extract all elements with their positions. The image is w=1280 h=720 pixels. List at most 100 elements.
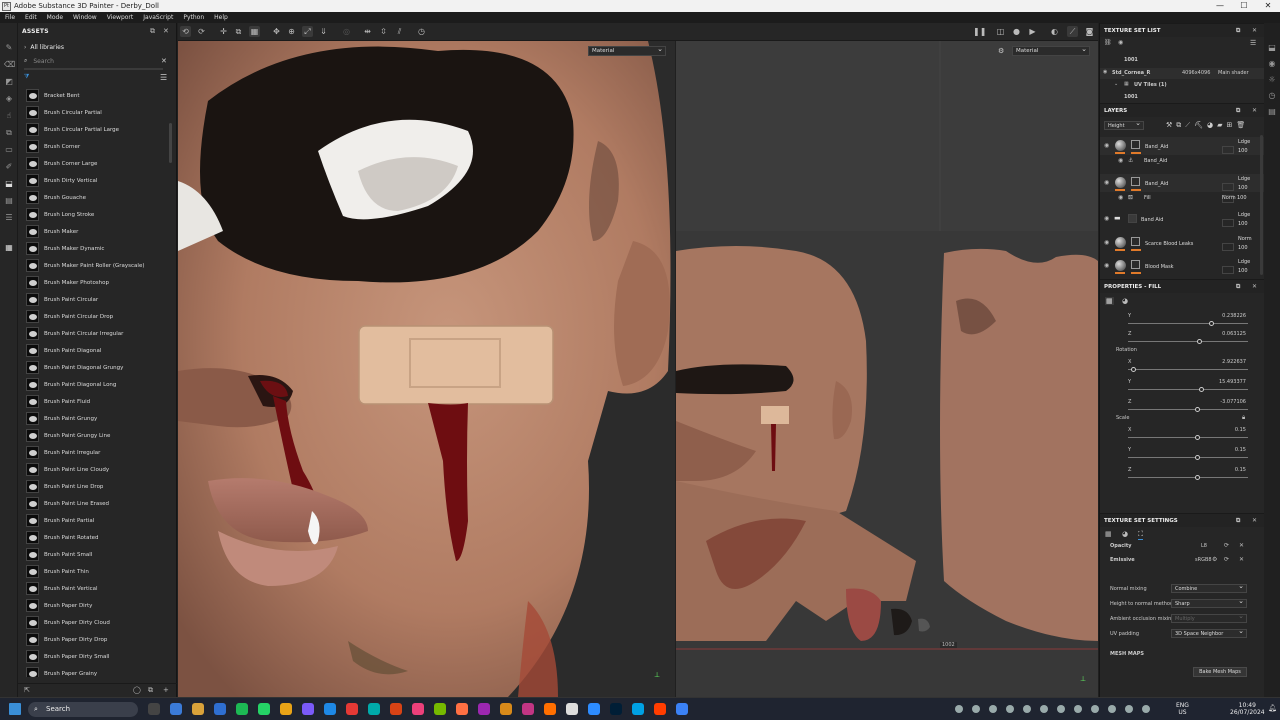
layer-checkbox[interactable] (1222, 183, 1234, 191)
visibility-icon[interactable]: ◉ (1104, 215, 1109, 222)
projection-icon[interactable]: ◩ (4, 77, 14, 87)
viewport-2d[interactable]: Material ⚙ 1002 ⊥ (676, 41, 1098, 697)
pick-icon[interactable]: ⤢ (302, 26, 313, 37)
transform-icon[interactable]: ✥ (271, 26, 282, 37)
bake-mesh-maps-button[interactable]: Bake Mesh Maps (1193, 667, 1247, 677)
asset-item[interactable]: Brush Paint Diagonal Long (18, 376, 170, 393)
blend-mode[interactable]: Ldge (1238, 212, 1250, 218)
viewport-3d[interactable]: Material ⊥ (178, 41, 675, 697)
emissive-channel-format[interactable]: sRGB8 (1195, 557, 1212, 563)
eraser-icon[interactable]: ⌫ (4, 60, 15, 70)
property-value[interactable]: 0.238226 (1222, 313, 1246, 319)
visibility-icon[interactable]: ◉ (1118, 39, 1123, 46)
close-panel-icon[interactable]: ✕ (1252, 517, 1257, 524)
clear-search-icon[interactable]: ✕ (161, 57, 167, 65)
notifications-icon[interactable]: 🔔︎ (1268, 704, 1277, 712)
layer-checkbox[interactable] (1222, 266, 1234, 274)
blend-mode[interactable]: Ldge (1238, 139, 1250, 145)
assets-search-input[interactable]: Search (33, 58, 54, 65)
asset-item[interactable]: Brush Circular Partial (18, 104, 170, 121)
new-folder-icon[interactable]: ⧉ (148, 686, 153, 695)
asset-item[interactable]: Brush Paint Line Cloudy (18, 461, 170, 478)
visibility-icon[interactable]: ◉ (1104, 262, 1109, 269)
security-tray-icon[interactable] (1091, 705, 1099, 713)
blend-mode[interactable]: Norm (1238, 236, 1252, 242)
network-tray-icon[interactable] (1142, 705, 1150, 713)
selection-icon[interactable]: ▭ (4, 145, 14, 155)
history-icon[interactable]: ◷ (1267, 91, 1277, 101)
refresh-channel-icon[interactable]: ⟳ (1224, 542, 1229, 549)
assets-search[interactable]: ⌕ Search ✕ (18, 55, 176, 67)
maximize-icon[interactable]: ☐ (1232, 0, 1256, 12)
brush-settings-icon[interactable]: ⟋ (1067, 26, 1078, 37)
layer-folder-row[interactable]: ◉ ▬ Band Aid Ldge 100 (1100, 210, 1265, 228)
texture-set-row[interactable]: ◉ Std_Cornea_R 4096x4096 Main shader (1100, 68, 1265, 79)
align-horizontal-icon[interactable]: ⇹ (362, 26, 373, 37)
rotate-icon[interactable]: ⊕ (286, 26, 297, 37)
task-view-icon[interactable] (148, 703, 160, 715)
photoshop-icon[interactable] (610, 703, 622, 715)
environment-icon[interactable]: ◐ (1049, 26, 1060, 37)
layers-panel-icon[interactable]: ☰ (4, 213, 14, 223)
asset-item[interactable]: Brush Maker Photoshop (18, 274, 170, 291)
property-slider[interactable] (1128, 475, 1248, 480)
davinci-icon[interactable] (478, 703, 490, 715)
menu-javascript[interactable]: JavaScript (138, 14, 178, 21)
video-camera-icon[interactable]: ▶ (1027, 26, 1038, 37)
log-icon[interactable]: ▦ (4, 243, 14, 253)
color-picker-icon[interactable]: ✐ (4, 162, 14, 172)
language-indicator[interactable]: ENG US (1176, 702, 1189, 716)
display-settings-icon[interactable]: ⚙ (998, 47, 1004, 55)
library-breadcrumb[interactable]: › All libraries (18, 41, 176, 53)
remove-channel-icon[interactable]: ✕ (1239, 556, 1244, 563)
asset-item[interactable]: Brush Paper Dirty Drop (18, 631, 170, 648)
property-slider[interactable] (1128, 455, 1248, 460)
clone-icon[interactable]: ⧉ (4, 128, 14, 138)
shield-tray-icon[interactable] (1040, 705, 1048, 713)
property-slider[interactable] (1128, 407, 1248, 412)
teams-icon[interactable] (676, 703, 688, 715)
geometry-mask-icon[interactable]: ◈ (4, 94, 14, 104)
asset-item[interactable]: Brush Paint Partial (18, 512, 170, 529)
menu-file[interactable]: File (0, 14, 20, 21)
asset-item[interactable]: Brush Paint Diagonal (18, 342, 170, 359)
bridge-icon[interactable] (632, 703, 644, 715)
visibility-icon[interactable]: ◉ (1118, 194, 1123, 201)
asset-item[interactable]: Brush Paint Rotated (18, 529, 170, 546)
import-icon[interactable]: ⇱ (24, 686, 30, 694)
blend-mode[interactable]: Norm (1222, 195, 1236, 201)
remove-channel-icon[interactable]: ✕ (1239, 542, 1244, 549)
layer-opacity[interactable]: 100 (1238, 185, 1248, 191)
asset-item[interactable]: Brush Paint Vertical (18, 580, 170, 597)
filter-icon[interactable]: ⧩ (24, 73, 29, 81)
layer-row[interactable]: ◉ Band_Aid Ldge 100 (1100, 174, 1265, 192)
list-view-icon[interactable]: ☰ (160, 73, 167, 82)
paint-mode-icon[interactable]: ⟲ (180, 26, 191, 37)
asset-item[interactable]: Brush Maker (18, 223, 170, 240)
link-icon[interactable]: ⛓ (1104, 39, 1112, 46)
layer-opacity[interactable]: 100 (1237, 195, 1247, 201)
opacity-channel-format[interactable]: L8 (1201, 543, 1207, 549)
asset-item[interactable]: Brush Paint Grungy Line (18, 427, 170, 444)
discord-icon[interactable] (522, 703, 534, 715)
distribute-icon[interactable]: ⫽ (394, 26, 405, 37)
layer-opacity[interactable]: 100 (1238, 268, 1248, 274)
asset-item[interactable]: Brush Corner (18, 138, 170, 155)
slider-knob[interactable] (1209, 321, 1214, 326)
nvidia-icon[interactable] (434, 703, 446, 715)
asset-item[interactable]: Brush Paint Circular (18, 291, 170, 308)
history-icon[interactable]: ◷ (416, 26, 427, 37)
property-slider[interactable] (1128, 321, 1248, 326)
visibility-icon[interactable]: ◉ (1104, 239, 1109, 246)
undock-icon[interactable]: ⧉ (1236, 107, 1240, 115)
property-slider[interactable] (1128, 387, 1248, 392)
spotify-icon[interactable] (236, 703, 248, 715)
layer-tools-icons[interactable]: ⚒⧉⟋⛏◕▰⊞🗑 (1166, 121, 1249, 130)
log-icon[interactable]: ▤ (1267, 107, 1277, 117)
smudge-icon[interactable]: ☝ (4, 111, 14, 121)
slider-knob[interactable] (1195, 407, 1200, 412)
assets-panel-icon[interactable]: ⬓ (4, 179, 14, 189)
emissive-options-icon[interactable]: ⚙ (1212, 556, 1217, 563)
refresh-icon[interactable]: ◯ (133, 686, 141, 694)
asset-item[interactable]: Brush Paint Diagonal Grungy (18, 359, 170, 376)
